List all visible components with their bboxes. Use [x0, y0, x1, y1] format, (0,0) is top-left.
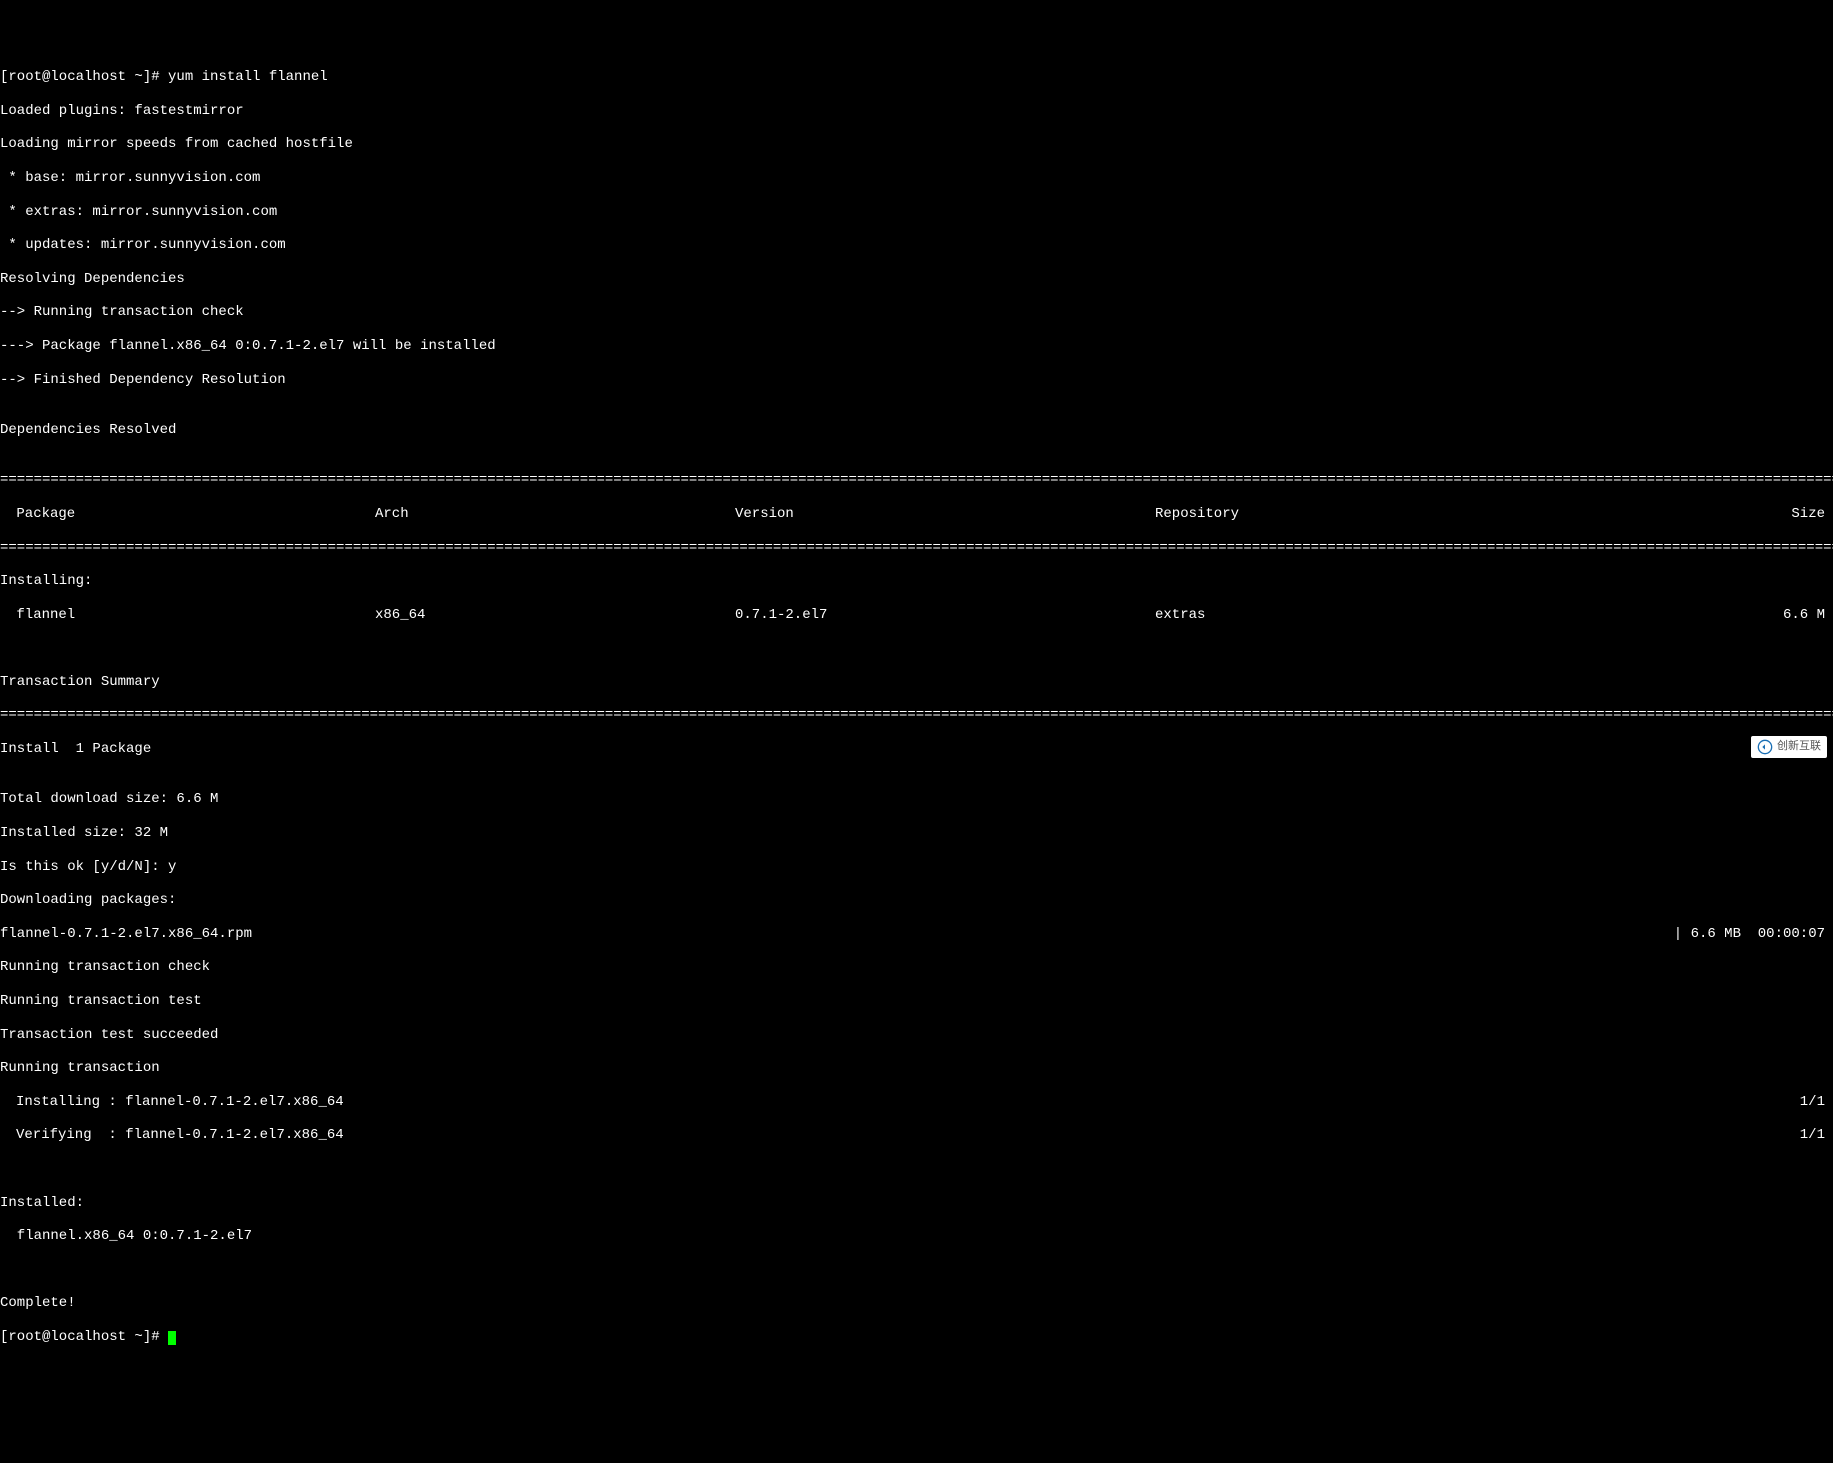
col-header-arch: Arch	[375, 506, 735, 523]
terminal-line: Running transaction check	[0, 959, 1833, 976]
divider-rule: ========================================…	[0, 540, 1833, 557]
install-count: Install 1 Package	[0, 741, 1833, 758]
terminal-line: * extras: mirror.sunnyvision.com	[0, 204, 1833, 221]
terminal-line: Running transaction test	[0, 993, 1833, 1010]
installing-label: Installing:	[0, 573, 1833, 590]
cell-arch: x86_64	[375, 607, 735, 624]
table-header: Package Arch Version Repository Size	[0, 506, 1833, 523]
blank-line	[0, 1262, 1833, 1279]
cell-version: 0.7.1-2.el7	[735, 607, 1155, 624]
download-progress: flannel-0.7.1-2.el7.x86_64.rpm | 6.6 MB …	[0, 926, 1833, 943]
installing-count: 1/1	[1800, 1094, 1833, 1111]
transaction-summary-label: Transaction Summary	[0, 674, 1833, 691]
terminal-line: ---> Package flannel.x86_64 0:0.7.1-2.el…	[0, 338, 1833, 355]
download-file: flannel-0.7.1-2.el7.x86_64.rpm	[0, 926, 1674, 943]
col-header-package: Package	[0, 506, 375, 523]
complete-label: Complete!	[0, 1295, 1833, 1312]
blank-line	[0, 640, 1833, 657]
terminal-line: --> Running transaction check	[0, 304, 1833, 321]
installing-step: Installing : flannel-0.7.1-2.el7.x86_64 …	[0, 1094, 1833, 1111]
command-text: yum install flannel	[168, 69, 328, 85]
col-header-size: Size	[1515, 506, 1833, 523]
installing-pkg: Installing : flannel-0.7.1-2.el7.x86_64	[0, 1094, 1800, 1111]
table-row: flannel x86_64 0.7.1-2.el7 extras 6.6 M	[0, 607, 1833, 624]
divider-rule: ========================================…	[0, 707, 1833, 724]
terminal-line: --> Finished Dependency Resolution	[0, 372, 1833, 389]
terminal-line: Dependencies Resolved	[0, 422, 1833, 439]
installed-pkg: flannel.x86_64 0:0.7.1-2.el7	[0, 1228, 1833, 1245]
verifying-pkg: Verifying : flannel-0.7.1-2.el7.x86_64	[0, 1127, 1800, 1144]
cursor-icon	[168, 1331, 176, 1345]
terminal-line: Transaction test succeeded	[0, 1027, 1833, 1044]
col-header-version: Version	[735, 506, 1155, 523]
terminal-line: Downloading packages:	[0, 892, 1833, 909]
download-stats: | 6.6 MB 00:00:07	[1674, 926, 1833, 943]
verifying-count: 1/1	[1800, 1127, 1833, 1144]
watermark-logo-icon	[1757, 739, 1773, 755]
terminal-line: Total download size: 6.6 M	[0, 791, 1833, 808]
terminal-line: [root@localhost ~]# yum install flannel	[0, 69, 1833, 86]
terminal-line: Resolving Dependencies	[0, 271, 1833, 288]
verifying-step: Verifying : flannel-0.7.1-2.el7.x86_64 1…	[0, 1127, 1833, 1144]
terminal-line[interactable]: [root@localhost ~]#	[0, 1329, 1833, 1346]
cell-repository: extras	[1155, 607, 1515, 624]
col-header-repository: Repository	[1155, 506, 1515, 523]
cell-package: flannel	[0, 607, 375, 624]
terminal-line: Is this ok [y/d/N]: y	[0, 859, 1833, 876]
terminal-line: Loaded plugins: fastestmirror	[0, 103, 1833, 120]
terminal-line: Loading mirror speeds from cached hostfi…	[0, 136, 1833, 153]
terminal-line: Installed size: 32 M	[0, 825, 1833, 842]
shell-prompt: [root@localhost ~]#	[0, 69, 168, 85]
terminal-line: Running transaction	[0, 1060, 1833, 1077]
cell-size: 6.6 M	[1515, 607, 1833, 624]
terminal-line: * updates: mirror.sunnyvision.com	[0, 237, 1833, 254]
watermark-text: 创新互联	[1777, 740, 1821, 753]
terminal-line: * base: mirror.sunnyvision.com	[0, 170, 1833, 187]
installed-label: Installed:	[0, 1195, 1833, 1212]
watermark-badge: 创新互联	[1751, 736, 1827, 758]
shell-prompt: [root@localhost ~]#	[0, 1329, 168, 1345]
blank-line	[0, 1161, 1833, 1178]
divider-rule: ========================================…	[0, 472, 1833, 489]
